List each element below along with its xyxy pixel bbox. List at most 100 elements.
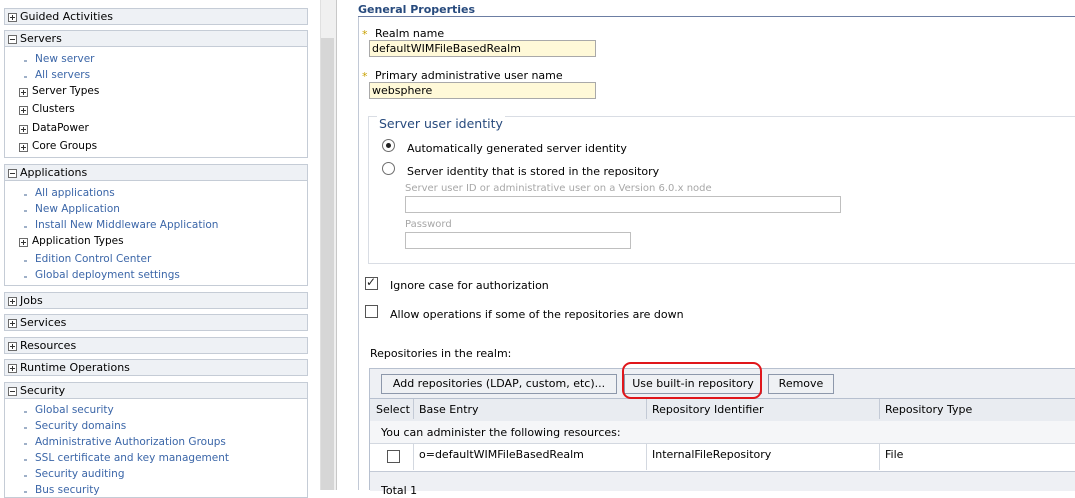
nav-section-guided-activities[interactable]: Guided Activities: [4, 8, 308, 25]
server-user-id-input[interactable]: [405, 196, 841, 213]
nav-link-global-security[interactable]: Global security: [35, 404, 114, 416]
bullet-icon: [24, 459, 27, 461]
nav-group-clusters[interactable]: Clusters: [32, 103, 75, 115]
collapse-icon[interactable]: [8, 387, 17, 396]
nav-section-label: Security: [20, 384, 66, 397]
table-info-text: You can administer the following resourc…: [381, 426, 621, 439]
nav-link-all-applications[interactable]: All applications: [35, 187, 115, 199]
nav-link-security-domains[interactable]: Security domains: [35, 420, 126, 432]
nav-section-services[interactable]: Services: [4, 314, 308, 331]
radio-repo-identity[interactable]: [382, 162, 395, 175]
expand-icon[interactable]: [8, 342, 17, 351]
column-divider: [646, 399, 647, 419]
nav-link-install-middleware[interactable]: Install New Middleware Application: [35, 219, 218, 231]
nav-scrollbar-thumb[interactable]: [321, 38, 334, 490]
navigation-panel: Guided Activities Servers New server All…: [0, 0, 320, 498]
nav-group-server-types[interactable]: Server Types: [32, 85, 99, 97]
nav-section-servers[interactable]: Servers: [4, 30, 308, 47]
nav-group-core-groups[interactable]: Core Groups: [32, 140, 97, 152]
nav-section-label: Applications: [20, 166, 88, 179]
expand-icon[interactable]: [19, 143, 28, 152]
expand-icon[interactable]: [19, 238, 28, 247]
bullet-icon: [24, 427, 27, 429]
column-divider: [413, 399, 414, 419]
column-divider: [646, 444, 647, 470]
bullet-icon: [24, 475, 27, 477]
nav-group-datapower[interactable]: DataPower: [32, 122, 89, 134]
nav-link-new-application[interactable]: New Application: [35, 203, 120, 215]
nav-section-resources[interactable]: Resources: [4, 337, 308, 354]
nav-section-applications[interactable]: Applications: [4, 164, 308, 181]
general-properties-heading: General Properties: [358, 3, 476, 16]
radio-auto-identity[interactable]: [382, 139, 395, 152]
nav-link-bus-security[interactable]: Bus security: [35, 484, 100, 496]
cell-repository-type: File: [885, 448, 904, 461]
repositories-caption: Repositories in the realm:: [370, 347, 512, 360]
nav-link-edition-control[interactable]: Edition Control Center: [35, 253, 151, 265]
bullet-icon: [24, 443, 27, 445]
required-icon: *: [362, 70, 368, 83]
cell-repository-identifier: InternalFileRepository: [652, 448, 772, 461]
bullet-icon: [24, 411, 27, 413]
required-icon: *: [362, 28, 368, 41]
column-header-select[interactable]: Select: [376, 403, 410, 416]
nav-link-all-servers[interactable]: All servers: [35, 69, 90, 81]
cell-base-entry: o=defaultWIMFileBasedRealm: [419, 448, 584, 461]
bullet-icon: [24, 226, 27, 228]
table-total-row: [370, 471, 1075, 491]
admin-user-input[interactable]: websphere: [369, 82, 596, 99]
column-divider: [879, 399, 880, 419]
ignore-case-checkbox[interactable]: [365, 275, 378, 290]
column-header-base-entry[interactable]: Base Entry: [419, 403, 479, 416]
nav-link-security-auditing[interactable]: Security auditing: [35, 468, 124, 480]
collapse-icon[interactable]: [8, 169, 17, 178]
nav-section-label: Jobs: [20, 294, 43, 307]
panel-divider: [336, 0, 337, 490]
column-divider: [413, 444, 414, 470]
password-label: Password: [405, 219, 452, 230]
nav-section-runtime-operations[interactable]: Runtime Operations: [4, 359, 308, 376]
server-identity-title: Server user identity: [377, 116, 505, 131]
bullet-icon: [24, 194, 27, 196]
password-input[interactable]: [405, 232, 631, 249]
nav-link-ssl-key-mgmt[interactable]: SSL certificate and key management: [35, 452, 229, 464]
nav-link-global-deployment[interactable]: Global deployment settings: [35, 269, 180, 281]
column-divider: [879, 444, 880, 470]
server-user-id-label: Server user ID or administrative user on…: [405, 183, 712, 194]
radio-repo-identity-label: Server identity that is stored in the re…: [407, 165, 660, 178]
realm-name-label: Realm name: [375, 27, 445, 40]
expand-icon[interactable]: [19, 106, 28, 115]
add-repositories-button[interactable]: Add repositories (LDAP, custom, etc)...: [381, 374, 617, 394]
highlight-annotation: [622, 362, 762, 399]
allow-operations-label: Allow operations if some of the reposito…: [390, 308, 684, 321]
table-total-text: Total 1: [381, 484, 418, 497]
row-select-checkbox[interactable]: [387, 450, 400, 463]
nav-section-label: Guided Activities: [20, 10, 113, 23]
nav-link-new-server[interactable]: New server: [35, 53, 94, 65]
remove-button[interactable]: Remove: [768, 374, 834, 394]
realm-name-input[interactable]: defaultWIMFileBasedRealm: [369, 40, 596, 57]
column-header-repository-type[interactable]: Repository Type: [885, 403, 972, 416]
expand-icon[interactable]: [8, 364, 17, 373]
collapse-icon[interactable]: [8, 35, 17, 44]
nav-section-label: Runtime Operations: [20, 361, 130, 374]
expand-icon[interactable]: [19, 125, 28, 134]
column-header-repository-identifier[interactable]: Repository Identifier: [652, 403, 764, 416]
bullet-icon: [24, 491, 27, 493]
expand-icon[interactable]: [8, 297, 17, 306]
expand-icon[interactable]: [8, 319, 17, 328]
nav-link-admin-auth-groups[interactable]: Administrative Authorization Groups: [35, 436, 226, 448]
nav-section-security[interactable]: Security: [4, 382, 308, 399]
bullet-icon: [24, 76, 27, 78]
admin-user-label: Primary administrative user name: [375, 69, 563, 82]
nav-section-jobs[interactable]: Jobs: [4, 292, 308, 309]
expand-icon[interactable]: [8, 13, 17, 22]
bullet-icon: [24, 260, 27, 262]
expand-icon[interactable]: [19, 88, 28, 97]
nav-group-application-types[interactable]: Application Types: [32, 235, 124, 247]
bullet-icon: [24, 276, 27, 278]
ignore-case-label: Ignore case for authorization: [390, 279, 549, 292]
nav-section-label: Services: [20, 316, 67, 329]
allow-operations-checkbox[interactable]: [365, 305, 378, 318]
bullet-icon: [24, 210, 27, 212]
